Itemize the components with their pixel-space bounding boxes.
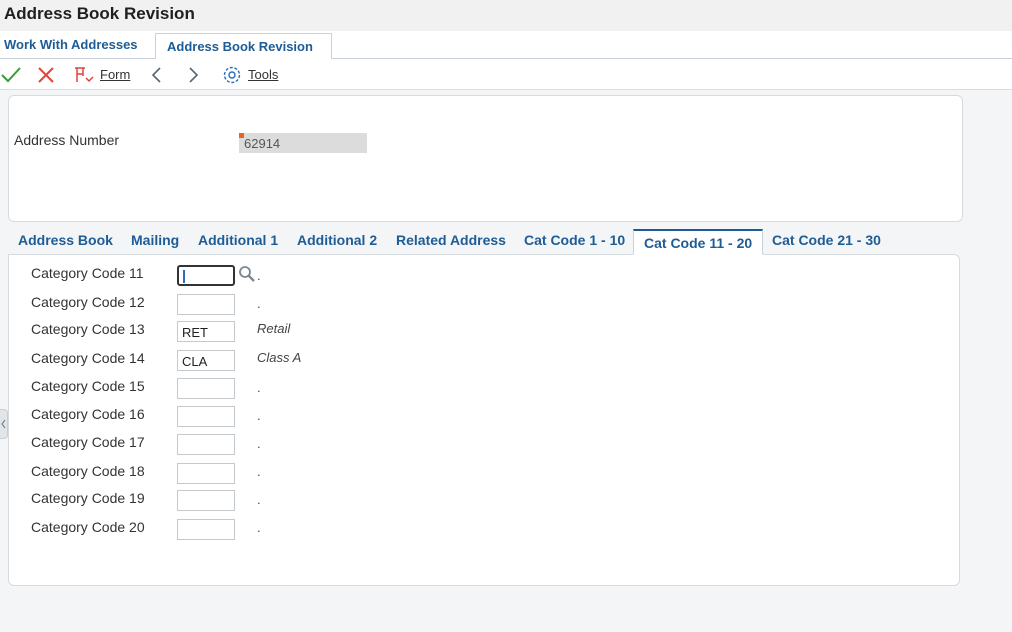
category-tabs: Address Book Mailing Additional 1 Additi… (8, 229, 963, 255)
category-code-18-input[interactable] (177, 463, 235, 484)
category-code-14-description: Class A (257, 350, 302, 365)
gear-icon (223, 66, 241, 83)
category-code-19-input[interactable] (177, 490, 235, 511)
category-code-12-input[interactable] (177, 294, 235, 315)
tab-related-address[interactable]: Related Address (396, 232, 506, 248)
category-code-14-label: Category Code 14 (31, 350, 145, 366)
category-code-19-label: Category Code 19 (31, 490, 145, 506)
tab-additional-1[interactable]: Additional 1 (198, 232, 278, 248)
search-icon[interactable] (238, 265, 256, 283)
category-code-11-description: . (257, 268, 261, 283)
category-code-17-label: Category Code 17 (31, 434, 145, 450)
form-menu-button[interactable]: Form (72, 59, 130, 90)
category-code-19-description: . (257, 492, 261, 507)
address-number-field: 62914 (239, 133, 367, 153)
category-code-13-label: Category Code 13 (31, 321, 145, 337)
category-code-16-description: . (257, 408, 261, 423)
chevron-right-icon (189, 66, 199, 83)
form-tab-strip: Work With Addresses Address Book Revisio… (0, 31, 1012, 60)
tab-address-book[interactable]: Address Book (18, 232, 113, 248)
category-code-14-input[interactable]: CLA (177, 350, 235, 371)
text-cursor (183, 270, 185, 283)
required-marker (239, 133, 244, 138)
toolbar: Form Tools (0, 59, 1012, 90)
tab-mailing[interactable]: Mailing (131, 232, 179, 248)
tab-cat-code-11-20[interactable]: Cat Code 11 - 20 (633, 229, 764, 255)
category-code-20-label: Category Code 20 (31, 519, 145, 535)
tab-work-with-addresses[interactable]: Work With Addresses (0, 31, 142, 59)
category-code-12-description: . (257, 296, 261, 311)
category-code-17-input[interactable] (177, 434, 235, 455)
tab-cat-code-21-30[interactable]: Cat Code 21 - 30 (772, 232, 881, 248)
cancel-button[interactable] (36, 59, 56, 90)
checkmark-icon (1, 66, 21, 82)
title-bar: Address Book Revision (0, 0, 1012, 31)
address-number-label: Address Number (14, 132, 120, 148)
category-code-16-label: Category Code 16 (31, 406, 145, 422)
chevron-left-icon (1, 419, 6, 429)
tools-menu-button[interactable]: Tools (221, 59, 278, 90)
category-code-panel (8, 254, 960, 586)
category-code-17-description: . (257, 436, 261, 451)
category-code-18-label: Category Code 18 (31, 463, 145, 479)
previous-button[interactable] (149, 59, 165, 90)
next-button[interactable] (185, 59, 201, 90)
category-code-15-label: Category Code 15 (31, 378, 145, 394)
form-icon (75, 66, 94, 82)
tab-cat-code-1-10[interactable]: Cat Code 1 - 10 (524, 232, 625, 248)
category-code-20-description: . (257, 520, 261, 535)
tools-menu-label: Tools (248, 67, 279, 82)
window-title: Address Book Revision (4, 4, 195, 23)
tab-additional-2[interactable]: Additional 2 (297, 232, 377, 248)
category-code-11-label: Category Code 11 (31, 265, 144, 281)
side-panel-toggle[interactable] (0, 409, 8, 439)
category-code-15-input[interactable] (177, 378, 235, 399)
chevron-left-icon (151, 66, 161, 83)
tab-address-book-revision[interactable]: Address Book Revision (155, 33, 332, 60)
category-code-13-description: Retail (257, 321, 291, 336)
category-code-12-label: Category Code 12 (31, 294, 145, 310)
category-code-13-input[interactable]: RET (177, 321, 235, 342)
x-icon (38, 66, 54, 83)
ok-button[interactable] (0, 59, 22, 90)
address-number-value: 62914 (244, 136, 281, 151)
category-code-16-input[interactable] (177, 406, 235, 427)
header-panel (8, 95, 963, 222)
category-code-20-input[interactable] (177, 519, 235, 540)
category-code-18-description: . (257, 464, 261, 479)
category-code-15-description: . (257, 380, 261, 395)
category-code-11-input[interactable] (177, 265, 235, 286)
form-menu-label: Form (100, 67, 131, 82)
